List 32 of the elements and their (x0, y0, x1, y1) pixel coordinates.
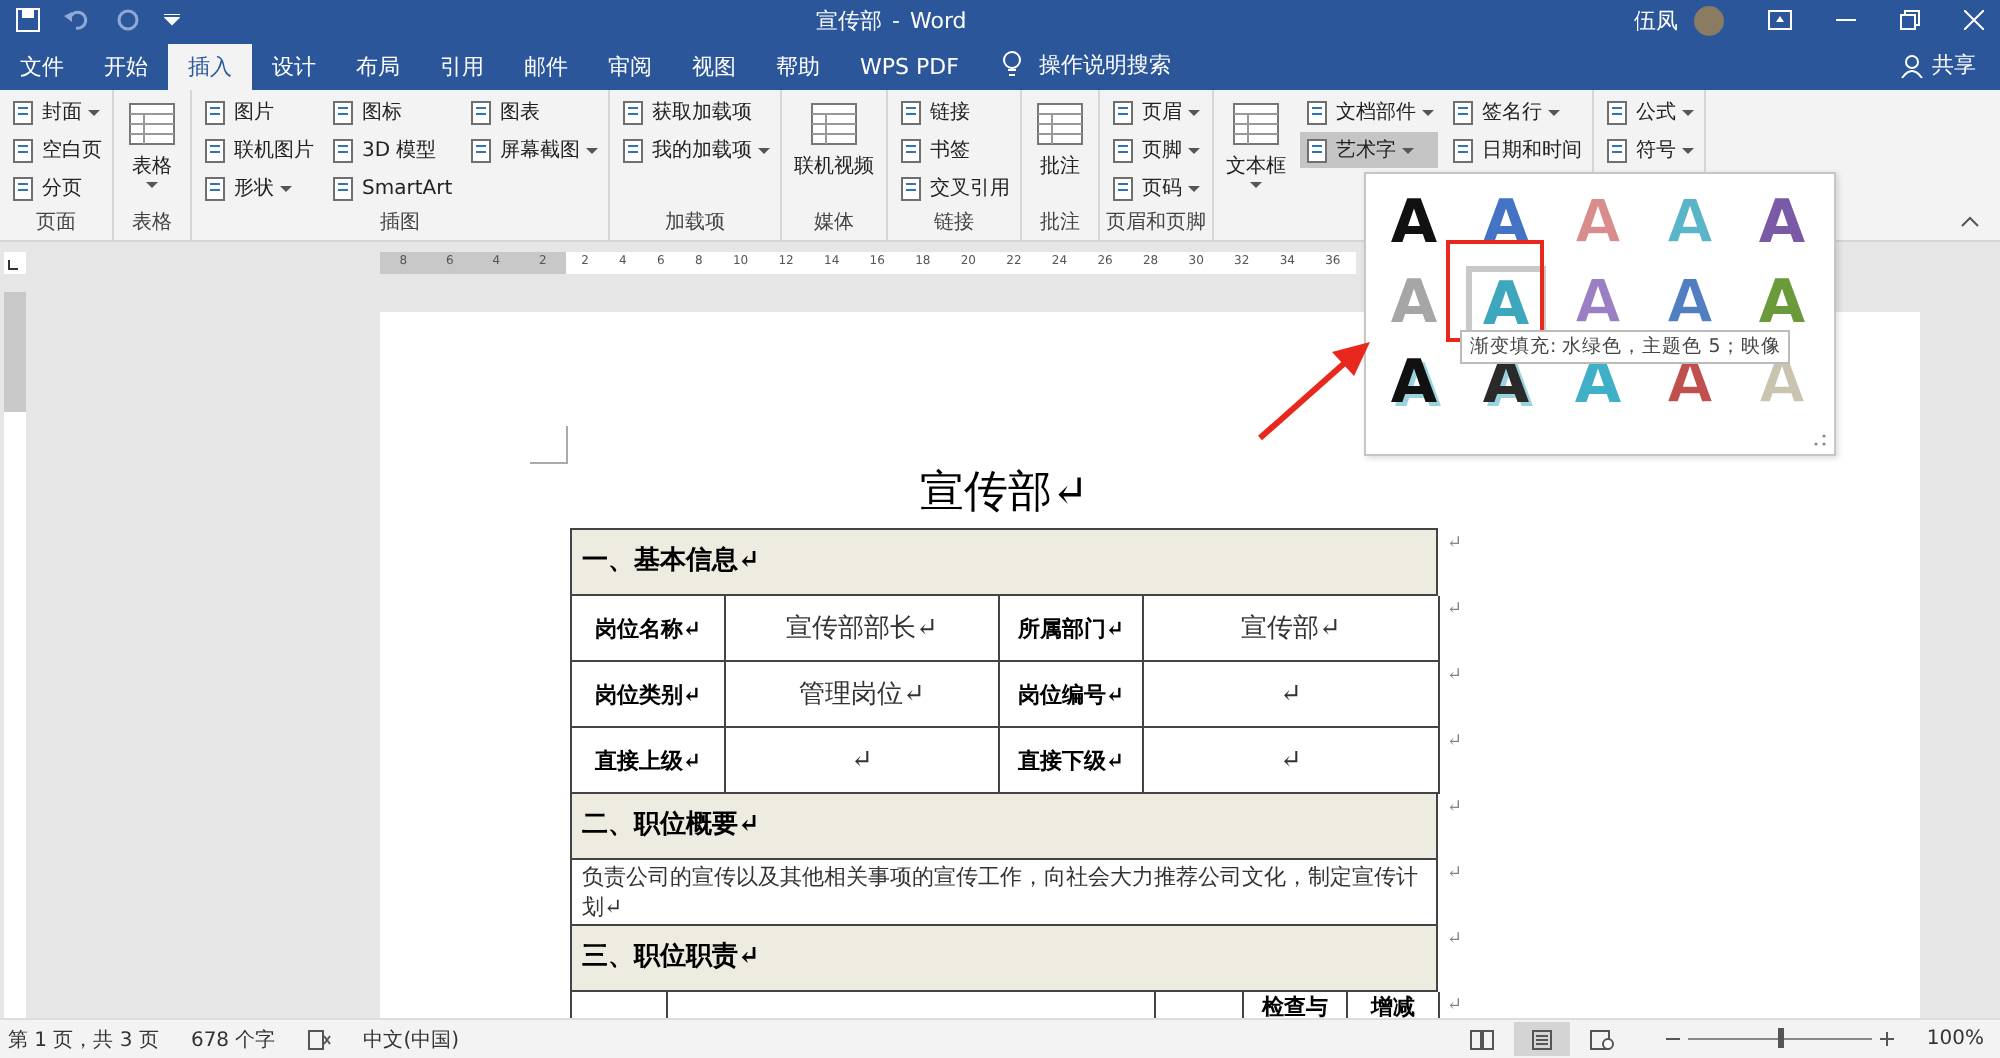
paragraph-mark: ↵ (1446, 534, 1462, 554)
paragraph-mark: ↵ (1446, 732, 1462, 752)
group-label: 页面 (34, 210, 78, 238)
table-cell: 所属部门↵ (1000, 596, 1144, 662)
group-label: 媒体 (812, 210, 857, 238)
group-label: 加载项 (663, 209, 728, 238)
paragraph-mark: ↵ (1446, 666, 1462, 686)
section-heading: 三、职位职责↵ (570, 926, 1438, 992)
table-cell: 宣传部部长↵ (726, 596, 1000, 662)
section-heading: 一、基本信息↵ (570, 530, 1438, 596)
group-label: 插图 (378, 210, 423, 238)
title-separator: - (892, 7, 900, 33)
paragraph-mark: ↵ (1446, 798, 1462, 818)
paragraph-mark: ↵ (1446, 864, 1462, 884)
paragraph-mark: ↵ (1446, 930, 1462, 950)
group-label: 表格 (130, 209, 174, 238)
section-heading: 二、职位概要↵ (570, 794, 1438, 860)
app-name: Word (909, 7, 967, 33)
document-title: 宣传部 (816, 5, 882, 35)
paragraph-mark: ↵ (1446, 996, 1462, 1016)
document-heading: 宣传部↵ (917, 466, 1091, 522)
table-cell: 岗位名称↵ (572, 596, 726, 662)
tooltip: 渐变填充: 水绿色，主题色 5；映像 (1460, 330, 1791, 364)
table-cell: 岗位类别↵ (572, 662, 726, 728)
group-label: 链接 (932, 209, 977, 238)
table-cell: 宣传部↵ (1144, 596, 1440, 662)
paragraph-mark: ↵ (1446, 600, 1462, 620)
group-label: 批注 (1038, 209, 1083, 238)
table-cell: 管理岗位↵ (726, 662, 1000, 728)
table-cell: ↵ (1144, 662, 1440, 728)
group-label: 页眉和页脚 (1106, 209, 1207, 238)
table-cell: 岗位编号↵ (1000, 662, 1144, 728)
